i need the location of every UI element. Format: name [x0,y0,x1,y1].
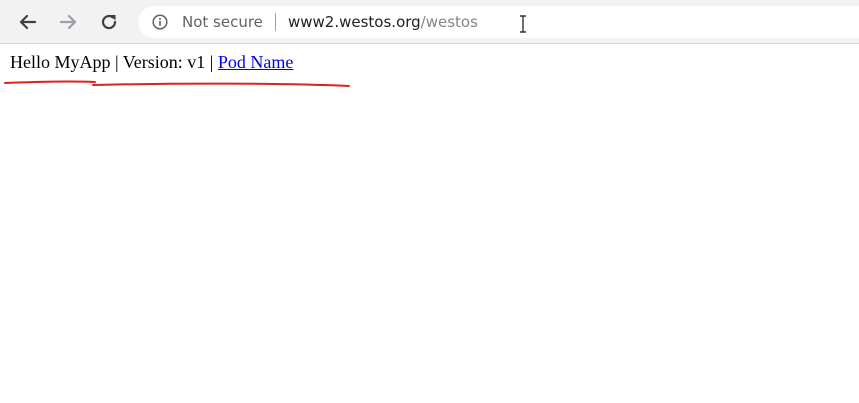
security-status-label[interactable]: Not secure [182,13,263,31]
back-button[interactable] [14,8,42,36]
version-text: Version: v1 [122,52,206,72]
url-text[interactable]: www2.westos.org/westos [288,13,478,31]
url-path: /westos [420,13,478,31]
separator: | [205,52,218,72]
separator: | [110,52,123,72]
forward-button[interactable] [54,8,82,36]
browser-toolbar: Not secure www2.westos.org/westos [0,0,859,44]
greeting-text: Hello MyApp [10,52,111,72]
address-bar[interactable]: Not secure www2.westos.org/westos [138,6,859,38]
red-underline-annotation [4,80,350,87]
reload-button[interactable] [95,8,123,36]
url-host: www2.westos.org [288,13,421,31]
forward-arrow-icon [59,14,77,30]
omnibox-divider [275,13,276,31]
page-content: Hello MyApp | Version: v1 | Pod Name [10,52,293,73]
back-arrow-icon [19,14,37,30]
text-cursor-icon [520,15,526,33]
reload-icon [101,14,117,30]
info-icon[interactable] [152,14,168,30]
pod-name-link[interactable]: Pod Name [218,52,294,72]
